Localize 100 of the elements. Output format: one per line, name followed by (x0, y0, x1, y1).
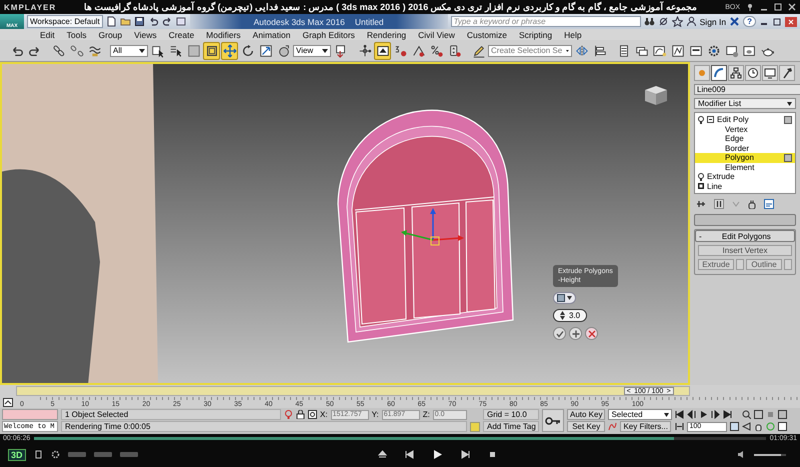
workspace-dropdown[interactable]: Workspace: Default (27, 15, 103, 28)
screen-icon[interactable] (34, 450, 43, 459)
eject-icon[interactable] (378, 450, 387, 459)
modifier-list-dropdown[interactable]: Modifier List (694, 98, 796, 109)
open-folder-icon[interactable] (120, 16, 131, 27)
menu-item[interactable]: Graph Editors (296, 30, 361, 40)
lock-icon[interactable] (296, 410, 305, 419)
zoom-extents-all-icon[interactable] (778, 410, 788, 419)
sub-object-item[interactable]: Vertex (695, 124, 795, 134)
menu-item[interactable]: Rendering (360, 30, 412, 40)
restore-icon[interactable] (772, 16, 782, 26)
help-button[interactable]: ? (743, 16, 756, 27)
previous-frame-icon[interactable] (687, 410, 696, 419)
sub-object-item[interactable]: Element (695, 162, 795, 172)
project-folder-icon[interactable] (176, 16, 187, 27)
speaker-icon[interactable] (737, 450, 746, 459)
hammer-tab[interactable] (779, 65, 795, 81)
pin-stack-icon[interactable] (696, 200, 706, 208)
set-key-button[interactable] (542, 409, 564, 432)
hierarchy-tab[interactable] (728, 65, 744, 81)
zoom-icon[interactable] (742, 410, 752, 419)
menu-item[interactable]: Animation (246, 30, 296, 40)
menu-item[interactable]: Customize (460, 30, 513, 40)
search-field[interactable]: Type a keyword or phrase (450, 16, 641, 27)
auto-key-button[interactable]: Auto Key (567, 409, 606, 420)
key-mode-dropdown[interactable]: Selected (608, 409, 672, 420)
monitor-tab[interactable] (762, 65, 778, 81)
next-icon[interactable] (460, 450, 470, 459)
modifier-stack-item[interactable]: Edit Poly (695, 115, 795, 124)
maximize-icon[interactable] (774, 3, 782, 11)
close-icon[interactable] (785, 16, 797, 26)
new-file-icon[interactable] (106, 16, 117, 27)
menu-item[interactable]: Modifiers (200, 30, 247, 40)
toolbar-dropdown[interactable]: All (110, 44, 148, 56)
curve-tab[interactable] (711, 65, 727, 81)
lock-bulb-icon[interactable] (284, 410, 293, 419)
close-icon[interactable] (788, 3, 796, 11)
sub-object-item[interactable]: Border (695, 144, 795, 153)
time-config-icon[interactable] (730, 422, 740, 431)
height-spinner[interactable]: 3.0 (553, 309, 588, 322)
toolbar-dropdown[interactable]: View (293, 44, 331, 56)
tangent-icon[interactable] (608, 422, 618, 431)
maximize-viewport-icon[interactable] (778, 422, 788, 431)
menu-item[interactable]: Scripting (513, 30, 558, 40)
pin-icon[interactable] (746, 3, 754, 11)
key-filters-button[interactable]: Key Filters... (620, 421, 671, 432)
menu-item[interactable]: Tools (60, 30, 92, 40)
set-key-mode-button[interactable]: Set Key (567, 421, 606, 432)
script-listener-field[interactable] (2, 409, 58, 420)
menu-item[interactable]: Civil View (412, 30, 461, 40)
pan-hand-icon[interactable] (754, 422, 764, 431)
toolbar-dropdown[interactable]: Create Selection Se (488, 44, 572, 56)
go-to-end-icon[interactable] (723, 410, 732, 419)
binoculars-icon[interactable] (644, 16, 655, 27)
undo-icon[interactable] (148, 16, 159, 27)
modifier-stack-item[interactable]: Line (695, 182, 795, 191)
gear-icon[interactable] (50, 450, 60, 459)
light-bulb-icon[interactable] (698, 172, 704, 181)
menu-item[interactable]: Group (92, 30, 128, 40)
3d-button[interactable]: 3D (8, 448, 26, 460)
curve-editor-icon[interactable] (3, 398, 13, 407)
move-button[interactable] (221, 42, 238, 60)
window-crossing-button[interactable] (203, 42, 220, 60)
zoom-all-icon[interactable] (754, 410, 764, 419)
exchange-icon[interactable] (729, 16, 740, 27)
add-time-tag-button[interactable]: Add Time Tag (483, 421, 539, 432)
play-icon[interactable] (432, 449, 443, 460)
mode-dropdown[interactable] (553, 292, 576, 304)
clock-tab[interactable] (745, 65, 761, 81)
view-cube-icon[interactable] (645, 86, 667, 105)
sub-object-item[interactable]: Edge (695, 134, 795, 144)
tool-button[interactable]: Outline (746, 259, 782, 270)
rollout-header[interactable]: - Edit Polygons (695, 230, 795, 242)
configure-sets-icon[interactable] (764, 199, 774, 209)
absolute-mode-icon[interactable] (308, 410, 317, 419)
light-bulb-icon[interactable] (698, 116, 704, 124)
transform-gizmo-icon[interactable] (401, 208, 464, 246)
save-icon[interactable] (134, 16, 145, 27)
tool-button[interactable]: Extrude (698, 259, 734, 270)
star-icon[interactable] (672, 16, 683, 27)
field-of-view-icon[interactable] (742, 422, 752, 431)
modifier-stack-item[interactable]: Extrude (695, 172, 795, 182)
redo-icon[interactable] (162, 16, 173, 27)
next-frame-icon[interactable] (711, 410, 720, 419)
show-end-result-icon[interactable] (714, 199, 724, 209)
go-to-start-icon[interactable] (675, 410, 684, 419)
menu-item[interactable]: Help (558, 30, 588, 40)
menu-item[interactable]: Create (162, 30, 200, 40)
collapse-icon[interactable] (707, 116, 714, 124)
play-icon[interactable] (699, 410, 708, 419)
key-mode-toggle-icon[interactable] (675, 422, 684, 431)
keyboard-override-button[interactable] (374, 42, 391, 60)
insert-vertex-button[interactable]: Insert Vertex (698, 245, 792, 256)
hand-icon[interactable] (748, 200, 756, 208)
stop-icon[interactable] (488, 450, 497, 459)
menu-item[interactable]: Edit (34, 30, 61, 40)
previous-icon[interactable] (404, 450, 414, 459)
sign-in-button[interactable]: Sign In (700, 16, 726, 26)
object-name-field[interactable]: Line009 (694, 84, 800, 95)
sub-object-item[interactable]: Polygon (695, 153, 795, 162)
